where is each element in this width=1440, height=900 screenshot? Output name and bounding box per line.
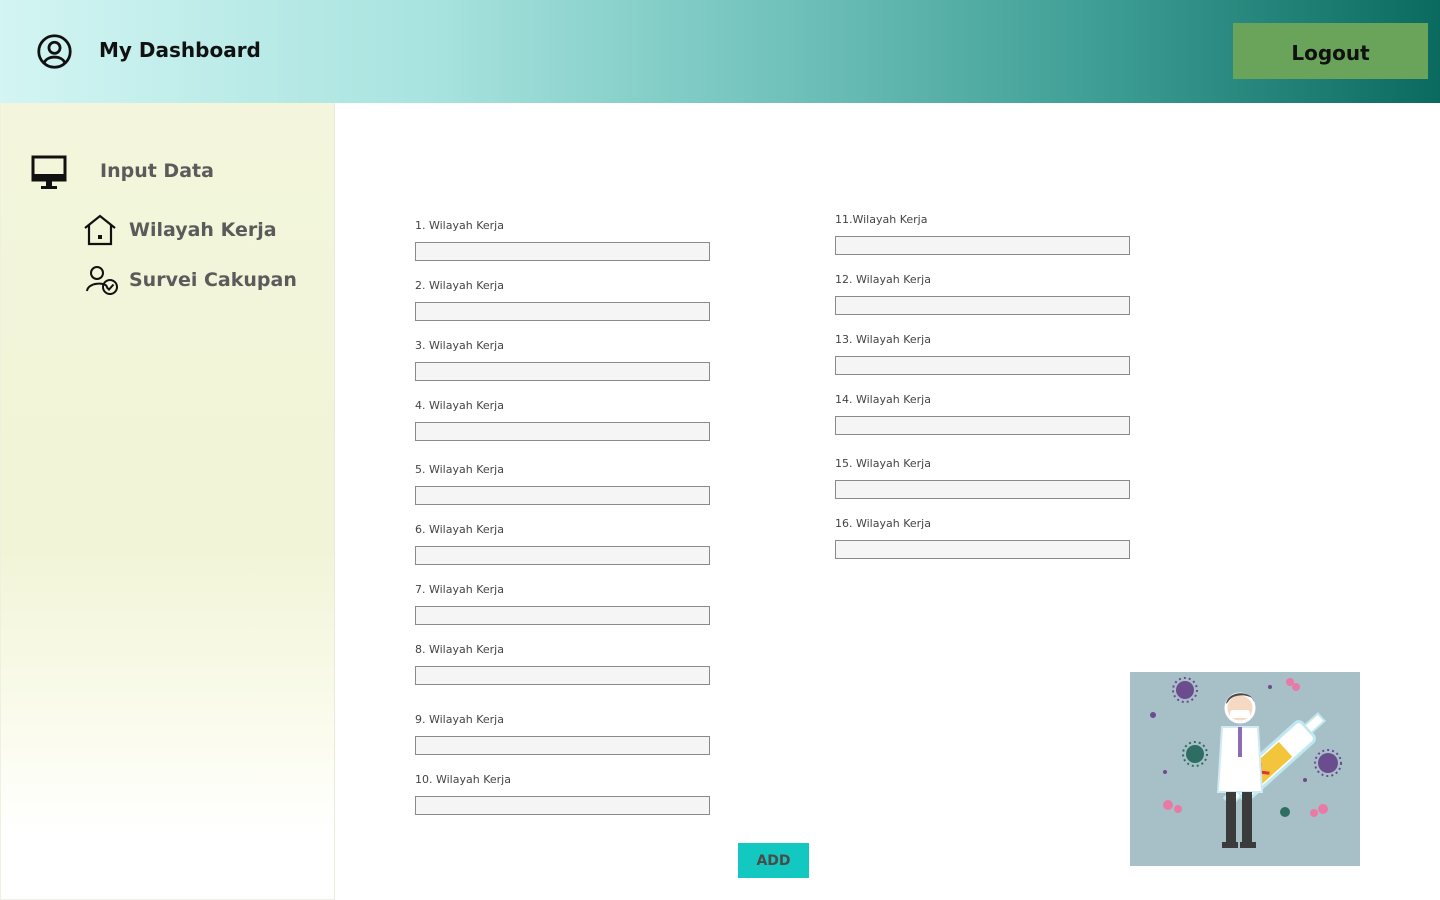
field-label-16: 16. Wilayah Kerja xyxy=(835,517,931,530)
sidebar-item-label: Wilayah Kerja xyxy=(129,219,277,241)
add-button[interactable]: ADD xyxy=(738,843,809,878)
field-label-12: 12. Wilayah Kerja xyxy=(835,273,931,286)
field-label-5: 5. Wilayah Kerja xyxy=(415,463,504,476)
wilayah-kerja-input-14[interactable] xyxy=(835,416,1130,435)
wilayah-kerja-input-10[interactable] xyxy=(415,796,710,815)
field-label-13: 13. Wilayah Kerja xyxy=(835,333,931,346)
wilayah-kerja-input-6[interactable] xyxy=(415,546,710,565)
wilayah-kerja-input-3[interactable] xyxy=(415,362,710,381)
wilayah-kerja-input-16[interactable] xyxy=(835,540,1130,559)
field-label-2: 2. Wilayah Kerja xyxy=(415,279,504,292)
wilayah-kerja-input-2[interactable] xyxy=(415,302,710,321)
wilayah-kerja-input-5[interactable] xyxy=(415,486,710,505)
field-label-11: 11.Wilayah Kerja xyxy=(835,213,928,226)
logout-button[interactable]: Logout xyxy=(1233,23,1428,79)
wilayah-kerja-input-12[interactable] xyxy=(835,296,1130,315)
monitor-icon xyxy=(31,155,67,189)
field-label-14: 14. Wilayah Kerja xyxy=(835,393,931,406)
wilayah-kerja-input-11[interactable] xyxy=(835,236,1130,255)
wilayah-kerja-input-13[interactable] xyxy=(835,356,1130,375)
field-label-1: 1. Wilayah Kerja xyxy=(415,219,504,232)
field-label-10: 10. Wilayah Kerja xyxy=(415,773,511,786)
field-label-9: 9. Wilayah Kerja xyxy=(415,713,504,726)
wilayah-kerja-input-8[interactable] xyxy=(415,666,710,685)
top-header: My Dashboard Logout xyxy=(0,0,1440,103)
wilayah-kerja-input-7[interactable] xyxy=(415,606,710,625)
sidebar-item-wilayah-kerja[interactable]: Wilayah Kerja xyxy=(83,213,277,247)
field-label-6: 6. Wilayah Kerja xyxy=(415,523,504,536)
wilayah-kerja-input-9[interactable] xyxy=(415,736,710,755)
field-label-15: 15. Wilayah Kerja xyxy=(835,457,931,470)
field-label-8: 8. Wilayah Kerja xyxy=(415,643,504,656)
sidebar-section-title: Input Data xyxy=(100,160,214,182)
field-label-3: 3. Wilayah Kerja xyxy=(415,339,504,352)
field-label-4: 4. Wilayah Kerja xyxy=(415,399,504,412)
wilayah-kerja-input-1[interactable] xyxy=(415,242,710,261)
doctor-vaccine-illustration xyxy=(1130,672,1360,866)
home-icon xyxy=(84,214,116,246)
sidebar-item-label: Survei Cakupan xyxy=(129,269,297,291)
user-check-icon xyxy=(86,266,118,295)
app-title: My Dashboard xyxy=(99,38,261,62)
field-label-7: 7. Wilayah Kerja xyxy=(415,583,504,596)
wilayah-kerja-input-15[interactable] xyxy=(835,480,1130,499)
sidebar: Input Data Wilayah Kerja Survei Cakupan xyxy=(0,103,335,900)
user-circle-icon[interactable] xyxy=(36,33,73,70)
sidebar-item-survei-cakupan[interactable]: Survei Cakupan xyxy=(85,263,297,297)
wilayah-kerja-input-4[interactable] xyxy=(415,422,710,441)
